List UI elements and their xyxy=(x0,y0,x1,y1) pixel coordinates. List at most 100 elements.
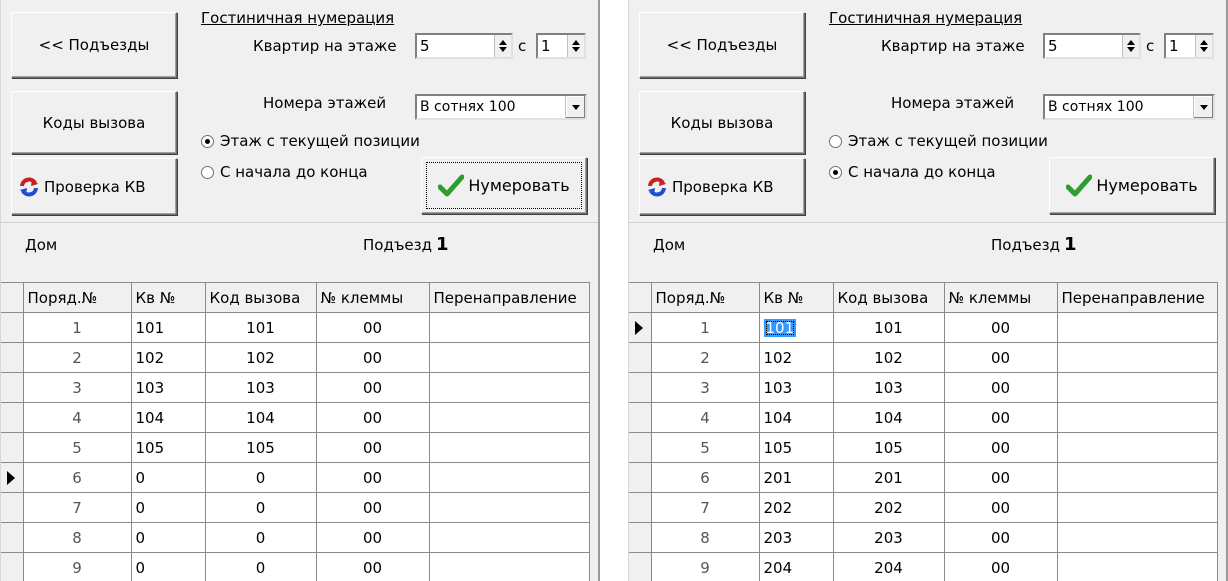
cell-order[interactable]: 8 xyxy=(650,522,760,553)
cell-redirect[interactable] xyxy=(428,462,590,493)
entrances-back-button[interactable]: << Подъезды xyxy=(11,12,177,78)
call-codes-button[interactable]: Коды вызова xyxy=(11,91,177,154)
cell-redirect[interactable] xyxy=(428,372,590,403)
table-row[interactable]: 3 103 103 00 xyxy=(1,372,590,403)
cell-apartment[interactable]: 204 xyxy=(758,552,834,581)
chevron-down-icon[interactable] xyxy=(565,96,585,118)
cell-order[interactable]: 9 xyxy=(650,552,760,581)
cell-call-code[interactable]: 102 xyxy=(204,342,317,373)
cell-apartment[interactable]: 201 xyxy=(758,462,834,493)
entrances-back-button[interactable]: << Подъезды xyxy=(639,12,805,78)
cell-terminal[interactable]: 00 xyxy=(943,372,1058,403)
cell-redirect[interactable] xyxy=(1056,342,1218,373)
apartments-per-floor-spinner[interactable]: 5 xyxy=(1043,33,1141,59)
cell-terminal[interactable]: 00 xyxy=(315,492,430,523)
table-row[interactable]: 6 201 201 00 xyxy=(629,462,1218,493)
cell-order[interactable]: 7 xyxy=(22,492,132,523)
radio-current-floor[interactable]: Этаж с текущей позиции xyxy=(829,132,1048,150)
cell-redirect[interactable] xyxy=(428,402,590,433)
selected-cell-value[interactable]: 101 xyxy=(763,318,797,337)
cell-order[interactable]: 3 xyxy=(650,372,760,403)
cell-order[interactable]: 9 xyxy=(22,552,132,581)
row-indicator[interactable] xyxy=(629,492,652,523)
cell-call-code[interactable]: 0 xyxy=(204,462,317,493)
hotel-numbering-link[interactable]: Гостиничная нумерация xyxy=(201,9,394,27)
row-indicator[interactable] xyxy=(629,372,652,403)
row-indicator[interactable] xyxy=(1,372,24,403)
cell-call-code[interactable]: 0 xyxy=(204,552,317,581)
table-row[interactable]: 8 203 203 00 xyxy=(629,522,1218,553)
column-header-apartment[interactable]: Кв № xyxy=(758,282,834,313)
radio-start-circle[interactable] xyxy=(201,165,214,179)
row-indicator[interactable] xyxy=(629,522,652,553)
cell-terminal[interactable]: 00 xyxy=(315,342,430,373)
column-header-terminal[interactable]: № клеммы xyxy=(943,282,1058,313)
cell-order[interactable]: 2 xyxy=(22,342,132,373)
table-row[interactable]: 3 103 103 00 xyxy=(629,372,1218,403)
cell-redirect[interactable] xyxy=(428,312,590,343)
cell-apartment[interactable]: 104 xyxy=(130,402,206,433)
cell-terminal[interactable]: 00 xyxy=(943,432,1058,463)
cell-terminal[interactable]: 00 xyxy=(315,312,430,343)
table-row[interactable]: 8 0 0 00 xyxy=(1,522,590,553)
cell-call-code[interactable]: 203 xyxy=(832,522,945,553)
spinner-arrows-icon[interactable] xyxy=(1195,35,1212,57)
cell-order[interactable]: 4 xyxy=(22,402,132,433)
table-row[interactable]: 5 105 105 00 xyxy=(1,432,590,463)
cell-call-code[interactable]: 104 xyxy=(832,402,945,433)
cell-redirect[interactable] xyxy=(428,522,590,553)
number-button[interactable]: Нумеровать xyxy=(421,157,587,214)
column-header-call-code[interactable]: Код вызова xyxy=(832,282,945,313)
table-row[interactable]: 1 101 101 00 xyxy=(1,312,590,343)
cell-terminal[interactable]: 00 xyxy=(315,372,430,403)
cell-call-code[interactable]: 0 xyxy=(204,522,317,553)
cell-order[interactable]: 2 xyxy=(650,342,760,373)
spinner-arrows-icon[interactable] xyxy=(567,35,584,57)
cell-apartment[interactable]: 101 xyxy=(130,312,206,343)
cell-call-code[interactable]: 104 xyxy=(204,402,317,433)
floor-numbers-select[interactable]: В сотнях 100 xyxy=(415,94,587,120)
table-row[interactable]: 2 102 102 00 xyxy=(629,342,1218,373)
cell-call-code[interactable]: 0 xyxy=(204,492,317,523)
cell-call-code[interactable]: 202 xyxy=(832,492,945,523)
cell-terminal[interactable]: 00 xyxy=(943,342,1058,373)
table-row[interactable]: 6 0 0 00 xyxy=(1,462,590,493)
cell-apartment[interactable]: 102 xyxy=(130,342,206,373)
from-spinner[interactable]: 1 xyxy=(1164,33,1214,59)
number-button[interactable]: Нумеровать xyxy=(1049,157,1215,214)
cell-apartment[interactable]: 105 xyxy=(130,432,206,463)
cell-terminal[interactable]: 00 xyxy=(315,552,430,581)
check-apartments-button[interactable]: Проверка КВ xyxy=(11,158,177,215)
cell-order[interactable]: 1 xyxy=(650,312,760,343)
row-indicator[interactable] xyxy=(1,462,24,493)
cell-terminal[interactable]: 00 xyxy=(315,462,430,493)
cell-order[interactable]: 6 xyxy=(22,462,132,493)
cell-apartment[interactable]: 103 xyxy=(130,372,206,403)
cell-order[interactable]: 5 xyxy=(22,432,132,463)
cell-terminal[interactable]: 00 xyxy=(943,552,1058,581)
cell-terminal[interactable]: 00 xyxy=(315,522,430,553)
radio-current-floor[interactable]: Этаж с текущей позиции xyxy=(201,132,420,150)
radio-current-circle[interactable] xyxy=(201,134,214,148)
cell-terminal[interactable]: 00 xyxy=(315,432,430,463)
cell-order[interactable]: 1 xyxy=(22,312,132,343)
cell-redirect[interactable] xyxy=(1056,522,1218,553)
cell-apartment[interactable]: 0 xyxy=(130,552,206,581)
cell-apartment[interactable]: 0 xyxy=(130,462,206,493)
cell-redirect[interactable] xyxy=(1056,432,1218,463)
cell-redirect[interactable] xyxy=(428,552,590,581)
cell-redirect[interactable] xyxy=(1056,552,1218,581)
cell-apartment[interactable]: 101 xyxy=(758,312,834,343)
column-header-terminal[interactable]: № клеммы xyxy=(315,282,430,313)
cell-call-code[interactable]: 105 xyxy=(832,432,945,463)
radio-start-circle[interactable] xyxy=(829,165,842,179)
call-codes-button[interactable]: Коды вызова xyxy=(639,91,805,154)
apartments-table[interactable]: Поряд.№ Кв № Код вызова № клеммы Перенап… xyxy=(629,282,1218,581)
radio-current-circle[interactable] xyxy=(829,134,842,148)
cell-redirect[interactable] xyxy=(428,432,590,463)
cell-redirect[interactable] xyxy=(1056,312,1218,343)
cell-call-code[interactable]: 204 xyxy=(832,552,945,581)
cell-call-code[interactable]: 201 xyxy=(832,462,945,493)
cell-terminal[interactable]: 00 xyxy=(315,402,430,433)
cell-order[interactable]: 3 xyxy=(22,372,132,403)
